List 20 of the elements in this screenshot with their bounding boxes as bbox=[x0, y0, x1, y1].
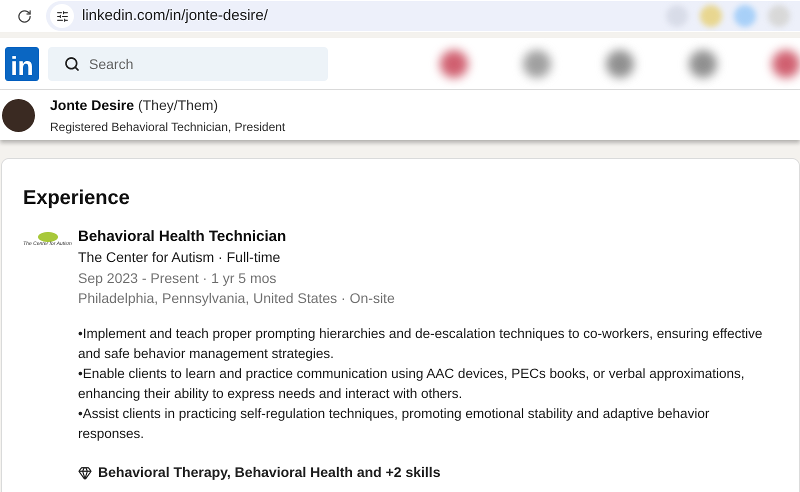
site-settings-icon[interactable] bbox=[56, 10, 68, 22]
avatar bbox=[2, 98, 35, 132]
description-text: •Enable clients to learn and practice communication using AAC devices, PECs books, or verbal approximations, enhancing their ability to express needs and interact with others. bbox=[78, 365, 746, 403]
profile-name: Jonte Desire (They/Them) bbox=[50, 96, 220, 115]
address-bar[interactable]: linkedin.com/in/jonte-desire/ bbox=[46, 1, 800, 31]
skills-text[interactable]: Behavioral Therapy, Behavioral Health and +2 skills bbox=[98, 462, 440, 483]
reload-icon[interactable] bbox=[17, 8, 32, 24]
section-title: Experience bbox=[23, 186, 131, 211]
location-text: Philadelphia, Pennsylvania, United States · On-site bbox=[78, 289, 396, 308]
dates-text: Sep 2023 - Present · 1 yr 5 mos bbox=[78, 269, 278, 288]
search-icon bbox=[64, 56, 80, 72]
description-text: •Assist clients in practicing self-regulation techniques, promoting emotional stability and adaptive behavior responses. bbox=[78, 405, 710, 443]
url-text: linkedin.com/in/jonte-desire/ bbox=[82, 6, 268, 26]
job-title[interactable]: Behavioral Health Technician bbox=[78, 227, 778, 247]
description-text: •Implement and teach proper prompting hierarchies and de-escalation techniques to co-workers, ensuring effective and safe behavior management strategies. bbox=[78, 325, 764, 363]
gem-icon bbox=[78, 466, 92, 480]
profile-headline: Registered Behavioral Technician, President bbox=[50, 118, 286, 136]
linkedin-logo[interactable]: in bbox=[5, 46, 39, 80]
company-text: The Center for Autism · Full-time bbox=[78, 248, 282, 267]
search-field[interactable]: Search bbox=[48, 46, 328, 80]
